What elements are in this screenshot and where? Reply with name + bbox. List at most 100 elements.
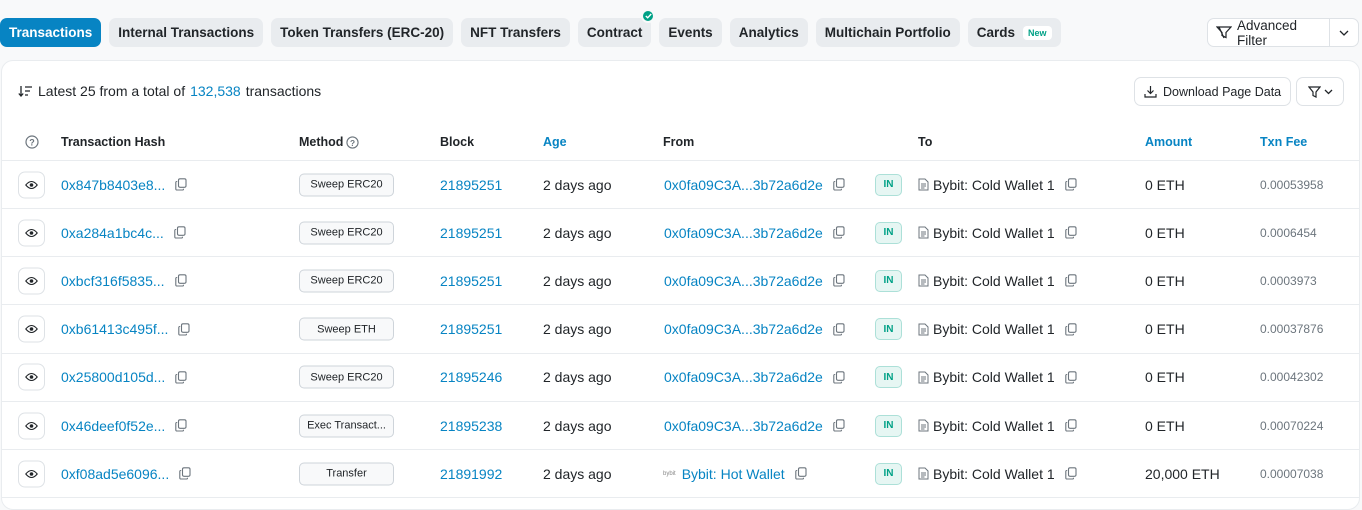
copy-icon[interactable]	[174, 226, 186, 239]
transaction-hash-link[interactable]: 0xa284a1bc4c...	[61, 225, 164, 241]
copy-icon[interactable]	[175, 371, 187, 384]
copy-icon[interactable]	[1064, 178, 1077, 191]
method-badge[interactable]: Transfer	[299, 462, 394, 486]
to-address-link[interactable]: Bybit: Cold Wallet 1	[933, 321, 1055, 337]
view-details-button[interactable]	[18, 171, 45, 198]
tab-contract[interactable]: Contract	[577, 9, 656, 47]
age-text: 2 days ago	[543, 272, 612, 289]
tab-analytics[interactable]: Analytics	[729, 18, 808, 47]
view-details-button[interactable]	[18, 219, 45, 247]
method-badge[interactable]: Sweep ERC20	[299, 221, 394, 245]
eye-icon	[25, 469, 38, 478]
view-details-button[interactable]	[18, 267, 45, 295]
method-badge[interactable]: Sweep ETH	[299, 317, 394, 341]
view-details-button[interactable]	[18, 363, 45, 391]
copy-icon[interactable]	[1064, 419, 1077, 432]
copy-icon[interactable]	[175, 419, 187, 432]
tab-label: Contract	[586, 25, 643, 40]
copy-icon[interactable]	[1064, 322, 1077, 336]
tab-token-transfers[interactable]: Token Transfers (ERC-20)	[271, 18, 454, 47]
contract-icon	[918, 323, 929, 336]
eye-icon	[25, 325, 38, 334]
age-text: 2 days ago	[543, 224, 612, 241]
transaction-hash-link[interactable]: 0xb61413c495f...	[61, 321, 168, 337]
col-method: Method ?	[299, 135, 360, 149]
view-details-button[interactable]	[18, 460, 45, 488]
method-badge[interactable]: Sweep ERC20	[299, 173, 394, 196]
copy-icon[interactable]	[1064, 226, 1077, 239]
chevron-down-icon[interactable]	[1330, 30, 1358, 36]
transaction-hash-link[interactable]: 0xf08ad5e6096...	[61, 466, 169, 482]
col-amount[interactable]: Amount	[1145, 135, 1192, 149]
from-address-link[interactable]: 0x0fa09C3A...3b72a6d2e	[664, 321, 823, 337]
to-address-link[interactable]: Bybit: Cold Wallet 1	[933, 225, 1055, 241]
table-row: 0x46deef0f52e... Exec Transact... 218952…	[2, 402, 1359, 450]
download-page-data-button[interactable]: Download Page Data	[1134, 77, 1292, 106]
transaction-hash-link[interactable]: 0x25800d105d...	[61, 369, 165, 385]
txn-fee-text: 0.00070224	[1260, 418, 1324, 433]
help-icon[interactable]: ?	[25, 135, 39, 152]
copy-icon[interactable]	[794, 467, 807, 480]
block-link[interactable]: 21895251	[440, 225, 502, 241]
block-link[interactable]: 21895251	[440, 321, 502, 337]
block-link[interactable]: 21895246	[440, 369, 502, 385]
to-address-link[interactable]: Bybit: Cold Wallet 1	[933, 273, 1055, 289]
table-row: 0x25800d105d... Sweep ERC20 21895246 2 d…	[2, 354, 1359, 402]
col-txn-fee[interactable]: Txn Fee	[1260, 135, 1307, 149]
to-address-link[interactable]: Bybit: Cold Wallet 1	[933, 177, 1055, 193]
txn-fee-text: 0.00037876	[1260, 322, 1324, 337]
contract-icon	[918, 467, 929, 480]
amount-text: 20,000 ETH	[1145, 465, 1220, 482]
from-address-link[interactable]: Bybit: Hot Wallet	[682, 466, 785, 482]
transaction-count[interactable]: 132,538	[190, 83, 241, 99]
tab-internal-transactions[interactable]: Internal Transactions	[109, 18, 264, 47]
tab-transactions[interactable]: Transactions	[0, 18, 102, 47]
method-badge[interactable]: Sweep ERC20	[299, 365, 394, 389]
bybit-logo-icon: bybit	[663, 470, 676, 477]
copy-icon[interactable]	[833, 371, 845, 384]
copy-icon[interactable]	[833, 419, 845, 432]
from-address-link[interactable]: 0x0fa09C3A...3b72a6d2e	[664, 177, 823, 193]
from-address-link[interactable]: 0x0fa09C3A...3b72a6d2e	[664, 273, 823, 289]
block-link[interactable]: 21895251	[440, 177, 502, 193]
copy-icon[interactable]	[833, 226, 845, 239]
advanced-filter-main[interactable]: Advanced Filter	[1208, 18, 1329, 48]
view-details-button[interactable]	[18, 315, 45, 343]
col-age[interactable]: Age	[543, 135, 567, 149]
copy-icon[interactable]	[175, 178, 187, 191]
to-address-link[interactable]: Bybit: Cold Wallet 1	[933, 418, 1055, 434]
from-address-link[interactable]: 0x0fa09C3A...3b72a6d2e	[664, 369, 823, 385]
to-address-link[interactable]: Bybit: Cold Wallet 1	[933, 466, 1055, 482]
copy-icon[interactable]	[833, 178, 845, 191]
copy-icon[interactable]	[179, 467, 191, 480]
advanced-filter-button[interactable]: Advanced Filter	[1207, 18, 1359, 48]
copy-icon[interactable]	[833, 322, 845, 336]
block-link[interactable]: 21891992	[440, 466, 502, 482]
amount-text: 0 ETH	[1145, 224, 1185, 241]
summary-prefix: Latest 25 from a total of	[38, 83, 186, 99]
view-details-button[interactable]	[18, 412, 45, 439]
copy-icon[interactable]	[1064, 371, 1077, 384]
help-icon[interactable]: ?	[346, 135, 360, 149]
block-link[interactable]: 21895238	[440, 418, 502, 434]
tab-events[interactable]: Events	[659, 18, 722, 47]
transaction-hash-link[interactable]: 0xbcf316f5835...	[61, 273, 165, 289]
tab-label: Events	[668, 25, 713, 40]
to-address-link[interactable]: Bybit: Cold Wallet 1	[933, 369, 1055, 385]
copy-icon[interactable]	[1064, 467, 1077, 480]
from-address-link[interactable]: 0x0fa09C3A...3b72a6d2e	[664, 418, 823, 434]
transaction-hash-link[interactable]: 0x847b8403e8...	[61, 177, 165, 193]
copy-icon[interactable]	[174, 274, 187, 287]
tab-cards[interactable]: Cards New	[967, 18, 1061, 47]
filter-dropdown-button[interactable]	[1296, 77, 1344, 106]
tab-multichain-portfolio[interactable]: Multichain Portfolio	[815, 18, 960, 47]
transaction-hash-link[interactable]: 0x46deef0f52e...	[61, 418, 165, 434]
copy-icon[interactable]	[1064, 274, 1077, 287]
block-link[interactable]: 21895251	[440, 273, 502, 289]
method-badge[interactable]: Exec Transact...	[299, 414, 394, 437]
copy-icon[interactable]	[178, 322, 190, 336]
copy-icon[interactable]	[833, 274, 845, 287]
tab-nft-transfers[interactable]: NFT Transfers	[461, 18, 570, 47]
method-badge[interactable]: Sweep ERC20	[299, 269, 394, 293]
from-address-link[interactable]: 0x0fa09C3A...3b72a6d2e	[664, 225, 823, 241]
